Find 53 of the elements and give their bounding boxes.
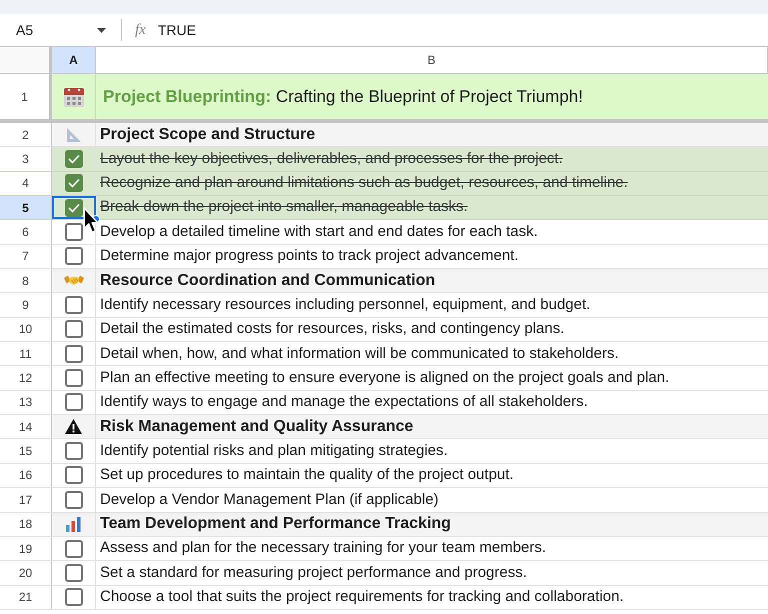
sheet-title: Project Blueprinting: Crafting the Blueprint of Project Triumph! — [103, 86, 583, 108]
checkbox[interactable] — [64, 344, 82, 363]
corner-cell[interactable] — [0, 47, 52, 73]
task-text: Layout the key objectives, deliverables, and processes for the project. — [100, 148, 563, 169]
bar-chart-icon — [66, 516, 81, 532]
task-text: Determine major progress points to track project advancement. — [100, 246, 519, 266]
checkbox[interactable] — [64, 320, 82, 338]
checkbox[interactable] — [64, 174, 82, 192]
caret-icon[interactable] — [97, 28, 106, 32]
task-text: Detail when, how, and what information will be communicated to stakeholders. — [100, 344, 619, 364]
handshake-icon — [64, 274, 84, 287]
checkbox[interactable] — [64, 369, 82, 388]
mouse-pointer-icon — [83, 207, 99, 234]
section-heading: Risk Management and Quality Assurance — [100, 416, 414, 437]
checkbox[interactable] — [64, 247, 82, 266]
task-text: Develop a detailed timeline with start and end dates for each task. — [100, 222, 538, 242]
checkbox[interactable] — [65, 198, 83, 217]
checkbox[interactable] — [64, 393, 82, 412]
checkbox[interactable] — [64, 442, 82, 460]
task-text: Identify ways to engage and manage the expectations of all stakeholders. — [100, 392, 588, 412]
check-icon — [68, 154, 80, 164]
task-text: Recognize and plan around limitations such as budget, resources, and timeline. — [100, 173, 628, 194]
task-text: Assess and plan for the necessary training for your team members. — [100, 538, 546, 558]
check-icon — [68, 178, 80, 188]
formula-field[interactable]: TRUE — [158, 20, 768, 40]
task-text: Identify necessary resources including personnel, equipment, and budget. — [100, 294, 590, 315]
checkbox[interactable] — [64, 564, 82, 582]
task-text: Set up procedures to maintain the quality of the project output. — [100, 465, 514, 486]
task-text: Develop a Vendor Management Plan (if applicable) — [100, 490, 439, 510]
checkbox[interactable] — [64, 150, 82, 168]
section-heading: Resource Coordination and Communication — [100, 270, 436, 291]
task-text: Set a standard for measuring project performance and progress. — [100, 562, 527, 583]
section-heading: Project Scope and Structure — [100, 124, 316, 145]
warning-icon — [65, 419, 82, 434]
checkbox[interactable] — [64, 588, 82, 606]
checkbox[interactable] — [64, 490, 82, 509]
task-text: Break down the project into smaller, manageable tasks. — [100, 197, 468, 218]
triangle-ruler-icon — [66, 126, 82, 143]
task-text: Identify potential risks and plan mitigating strategies. — [100, 440, 448, 461]
task-text: Detail the estimated costs for resources, risks, and contingency plans. — [100, 319, 564, 340]
task-text: Choose a tool that suits the project requirements for tracking and collaboration. — [100, 586, 624, 607]
checkbox[interactable] — [64, 466, 82, 484]
name-box[interactable]: A5 — [0, 20, 88, 40]
section-heading: Team Development and Performance Tracking — [100, 514, 451, 534]
calendar-icon — [62, 86, 84, 108]
task-text: Plan an effective meeting to ensure everyone is aligned on the project goals and plan. — [100, 368, 670, 388]
check-icon — [68, 202, 80, 213]
checkbox[interactable] — [64, 296, 82, 314]
checkbox[interactable] — [64, 223, 82, 242]
column-header[interactable]: A — [52, 47, 96, 73]
function-label: fx — [135, 20, 146, 40]
row-header[interactable]: 5 — [0, 196, 52, 220]
checkbox[interactable] — [64, 540, 82, 558]
